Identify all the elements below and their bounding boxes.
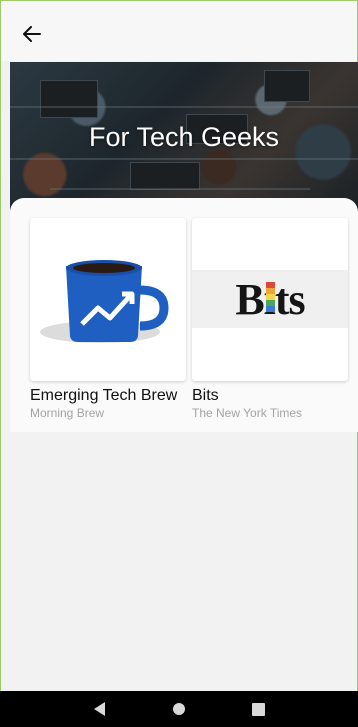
card-subtitle: The New York Times (192, 406, 303, 420)
nav-home-icon (172, 703, 185, 715)
nav-recents-icon (251, 702, 265, 716)
arrow-left-icon (23, 26, 41, 42)
hero-decoration (50, 188, 310, 190)
nav-back-button[interactable] (85, 694, 115, 724)
hero-decoration (40, 80, 98, 118)
nav-recents-button[interactable] (243, 694, 273, 724)
back-button[interactable] (15, 17, 49, 51)
hero-decoration (10, 106, 358, 108)
hero-decoration (264, 70, 310, 102)
card-title: Bits (192, 387, 219, 404)
hero-decoration (130, 162, 200, 190)
hero-banner: For Tech Geeks (10, 62, 358, 212)
hero-decoration (10, 158, 358, 160)
card-title: Emerging Tech Brew (30, 387, 178, 404)
hero-title: For Tech Geeks (88, 122, 280, 152)
bits-logo-text: Bits (235, 274, 305, 324)
card-subtitle: Morning Brew (30, 406, 105, 420)
bits-logo: Bits (192, 270, 348, 328)
newsletter-card-emerging-tech-brew[interactable]: Emerging Tech Brew Morning Brew (30, 218, 186, 420)
card-thumbnail[interactable]: Bits (192, 218, 348, 381)
card-thumbnail[interactable] (30, 218, 186, 381)
nav-home-button[interactable] (164, 694, 194, 724)
nav-back-icon (93, 702, 105, 716)
top-app-bar (1, 1, 357, 61)
newsletter-card-bits[interactable]: Bits Bits The New York Times (192, 218, 348, 420)
system-navigation-bar (0, 691, 358, 727)
mug-chart-icon (40, 260, 169, 343)
